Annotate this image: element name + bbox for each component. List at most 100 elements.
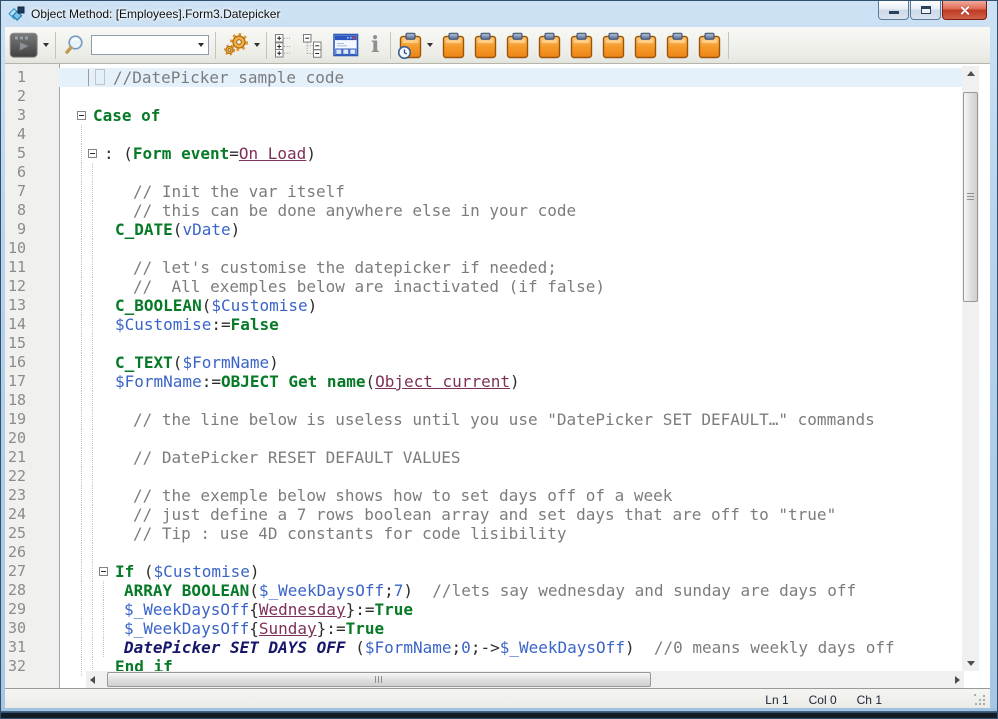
code-line[interactable]: 22	[5, 467, 962, 486]
clipboard-slot-5[interactable]	[569, 32, 594, 59]
clipboard-slot-9[interactable]	[697, 32, 722, 59]
line-number: 1	[5, 68, 59, 87]
collapse-all-button[interactable]	[301, 33, 325, 58]
fold-collapse-toggle[interactable]	[99, 567, 108, 576]
info-button[interactable]: i	[366, 35, 384, 55]
execute-dropdown-caret[interactable]	[43, 43, 49, 47]
clipboard-history-caret[interactable]	[427, 43, 433, 47]
code-line[interactable]: 17$FormName:=OBJECT Get name(Object curr…	[5, 372, 962, 391]
code-line[interactable]: 26	[5, 543, 962, 562]
status-char: Ch 1	[857, 693, 882, 707]
status-column: Col 0	[809, 693, 837, 707]
code-line[interactable]: 5: (Form event=On Load)	[5, 144, 962, 163]
code-token: $Customise	[154, 562, 250, 581]
code-line[interactable]: 13C_BOOLEAN($Customise)	[5, 296, 962, 315]
search-input[interactable]	[92, 37, 198, 53]
clipboard-slot-8[interactable]	[665, 32, 690, 59]
fold-collapse-toggle[interactable]	[77, 111, 86, 120]
close-button[interactable]	[942, 1, 987, 20]
code-line[interactable]: 16C_TEXT($FormName)	[5, 353, 962, 372]
code-token: (	[173, 353, 183, 372]
clipboard-slot-1[interactable]	[441, 32, 466, 59]
code-line[interactable]: 21// DatePicker RESET DEFAULT VALUES	[5, 448, 962, 467]
clipboard-slot-7[interactable]	[633, 32, 658, 59]
code-rows[interactable]: 1//DatePicker sample code23Case of45: (F…	[5, 68, 962, 676]
horizontal-scroll-thumb[interactable]	[107, 672, 651, 687]
minimize-button[interactable]	[878, 1, 909, 20]
clipboard-history-button[interactable]	[397, 32, 424, 59]
titlebar[interactable]: Object Method: [Employees].Form3.Datepic…	[1, 1, 997, 27]
code-line[interactable]: 15	[5, 334, 962, 353]
code-line[interactable]: 10	[5, 239, 962, 258]
code-line[interactable]: 14$Customise:=False	[5, 315, 962, 334]
clipboard-slot-2[interactable]	[473, 32, 498, 59]
search-combobox[interactable]	[91, 35, 209, 55]
clipboard-slot-3[interactable]	[505, 32, 530, 59]
method-properties-button[interactable]	[222, 33, 251, 57]
scroll-left-arrow[interactable]	[90, 676, 95, 684]
line-number: 11	[5, 258, 59, 277]
code-line[interactable]: 23// the exemple below shows how to set …	[5, 486, 962, 505]
fold-guide-line	[92, 448, 93, 467]
code-line[interactable]: 12// All exemples below are inactivated …	[5, 277, 962, 296]
code-token: 7	[394, 581, 404, 600]
code-editor[interactable]: 1//DatePicker sample code23Case of45: (F…	[5, 64, 990, 688]
code-line[interactable]: 4	[5, 125, 962, 144]
minimize-icon	[889, 11, 899, 14]
execute-method-button[interactable]	[8, 32, 40, 59]
code-token: False	[231, 315, 279, 334]
code-token: Form event	[133, 144, 229, 163]
code-line[interactable]: 6	[5, 163, 962, 182]
code-line[interactable]: 31DatePicker SET DAYS OFF ($FormName;0;-…	[5, 638, 962, 657]
code-line[interactable]: 25// Tip : use 4D constants for code lis…	[5, 524, 962, 543]
form-preview-icon	[333, 33, 359, 57]
line-number: 18	[5, 391, 59, 410]
code-line[interactable]: 8// this can be done anywhere else in yo…	[5, 201, 962, 220]
scroll-down-arrow[interactable]	[967, 661, 975, 666]
code-line[interactable]: 11// let's customise the datepicker if n…	[5, 258, 962, 277]
code-line[interactable]: 30$_WeekDaysOff{Sunday}:=True	[5, 619, 962, 638]
vertical-scroll-thumb[interactable]	[963, 92, 978, 302]
form-preview-button[interactable]	[332, 33, 360, 57]
line-number: 17	[5, 372, 59, 391]
line-number: 19	[5, 410, 59, 429]
code-token: {	[249, 600, 259, 619]
fold-guide-line	[92, 429, 93, 448]
code-line[interactable]: 24// just define a 7 rows boolean array …	[5, 505, 962, 524]
code-token: $Customise	[115, 315, 211, 334]
horizontal-scrollbar[interactable]	[86, 671, 964, 688]
code-token: ;->	[471, 638, 500, 657]
fold-guide-line	[81, 239, 82, 258]
code-line[interactable]: 1//DatePicker sample code	[5, 68, 962, 87]
line-number: 20	[5, 429, 59, 448]
code-token: $_WeekDaysOff	[124, 600, 249, 619]
code-token: :=	[202, 372, 221, 391]
clipboard-slot-4[interactable]	[537, 32, 562, 59]
search-dropdown-caret[interactable]	[198, 43, 204, 47]
code-line[interactable]: 3Case of	[5, 106, 962, 125]
code-line[interactable]: 27If ($Customise)	[5, 562, 962, 581]
code-line[interactable]: 19// the line below is useless until you…	[5, 410, 962, 429]
scroll-up-arrow[interactable]	[967, 71, 975, 76]
properties-dropdown-caret[interactable]	[254, 43, 260, 47]
clipboard-slot-6[interactable]	[601, 32, 626, 59]
scroll-right-arrow[interactable]	[955, 676, 960, 684]
maximize-button[interactable]	[910, 1, 941, 20]
vertical-scrollbar[interactable]	[962, 66, 979, 671]
code-line[interactable]: 18	[5, 391, 962, 410]
fold-guide-line	[81, 638, 82, 657]
code-line[interactable]: 20	[5, 429, 962, 448]
code-token: vDate	[182, 220, 230, 239]
code-line[interactable]: 28ARRAY BOOLEAN($_WeekDaysOff;7) //lets …	[5, 581, 962, 600]
fold-guide-line	[92, 239, 93, 258]
expand-all-button[interactable]	[273, 33, 295, 58]
fold-collapse-toggle[interactable]	[88, 149, 97, 158]
code-line[interactable]: 7// Init the var itself	[5, 182, 962, 201]
code-line[interactable]: 29$_WeekDaysOff{Wednesday}:=True	[5, 600, 962, 619]
code-line[interactable]: 9C_DATE(vDate)	[5, 220, 962, 239]
code-token: }:=	[346, 600, 375, 619]
code-token: (	[249, 581, 259, 600]
code-line[interactable]: 2	[5, 87, 962, 106]
resize-grip[interactable]	[974, 694, 987, 707]
code-token: $FormName	[182, 353, 269, 372]
